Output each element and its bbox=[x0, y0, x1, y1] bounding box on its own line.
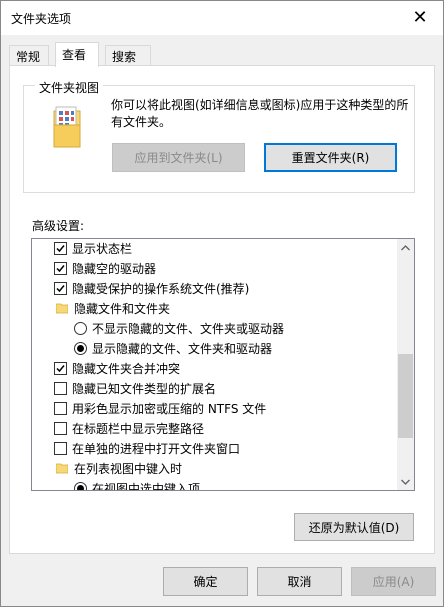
folder-views-description: 你可以将此视图(如详细信息或图标)应用于这种类型的所有文件夹。 bbox=[111, 98, 409, 129]
list-item-separate-process[interactable]: 在单独的进程中打开文件夹窗口 bbox=[32, 438, 398, 458]
checkbox[interactable] bbox=[54, 381, 67, 395]
list-item-show-status-bar[interactable]: 显示状态栏 bbox=[32, 239, 398, 258]
check-icon bbox=[56, 364, 65, 372]
list-item-label: 不显示隐藏的文件、文件夹或驱动器 bbox=[92, 321, 285, 336]
tab-search-label: 搜索 bbox=[112, 50, 137, 64]
list-item-hide-extensions[interactable]: 隐藏已知文件类型的扩展名 bbox=[32, 378, 398, 398]
tab-general-label: 常规 bbox=[16, 50, 41, 64]
radio-button[interactable] bbox=[74, 481, 87, 490]
list-item-select-typed-item[interactable]: 在视图中选中键入项 bbox=[32, 478, 398, 491]
list-item-hidden-files-folder: 隐藏文件和文件夹 bbox=[32, 298, 398, 318]
close-button[interactable]: ✕ bbox=[397, 1, 443, 34]
list-item-label: 隐藏已知文件类型的扩展名 bbox=[72, 381, 217, 396]
list-item-dont-show-hidden[interactable]: 不显示隐藏的文件、文件夹或驱动器 bbox=[32, 318, 398, 338]
tab-view[interactable]: 查看 bbox=[55, 42, 99, 67]
list-item-label: 在单独的进程中打开文件夹窗口 bbox=[72, 441, 241, 456]
tab-view-label: 查看 bbox=[62, 48, 87, 62]
radio-dot-icon bbox=[77, 484, 84, 490]
list-item-label: 隐藏文件夹合并冲突 bbox=[72, 361, 181, 376]
radio-button[interactable] bbox=[74, 321, 87, 335]
checkbox[interactable] bbox=[54, 401, 67, 415]
list-item-hide-protected-os-files[interactable]: 隐藏受保护的操作系统文件(推荐) bbox=[32, 278, 398, 298]
scrollbar-thumb[interactable] bbox=[398, 354, 413, 438]
folder-icon bbox=[56, 303, 68, 314]
checkbox[interactable] bbox=[54, 281, 67, 295]
advanced-settings-list[interactable]: 显示状态栏 隐藏空的驱动器 隐藏受保护的操作系统文件(推荐) 隐藏文件和文件夹 … bbox=[31, 238, 415, 491]
check-icon bbox=[56, 284, 65, 292]
scroll-down-icon[interactable] bbox=[397, 473, 414, 490]
vertical-scrollbar[interactable] bbox=[397, 239, 414, 490]
folder-view-icon bbox=[53, 106, 81, 148]
checkbox[interactable] bbox=[54, 261, 67, 275]
list-item-label: 在视图中选中键入项 bbox=[92, 481, 201, 491]
tab-search[interactable]: 搜索 bbox=[105, 45, 151, 66]
list-item-label: 显示隐藏的文件、文件夹和驱动器 bbox=[92, 341, 273, 356]
ok-button[interactable]: 确定 bbox=[163, 567, 248, 596]
list-item-full-path-title[interactable]: 在标题栏中显示完整路径 bbox=[32, 418, 398, 438]
list-item-label: 隐藏受保护的操作系统文件(推荐) bbox=[72, 281, 250, 296]
check-icon bbox=[56, 244, 65, 252]
list-item-label: 在标题栏中显示完整路径 bbox=[72, 421, 205, 436]
folder-icon bbox=[56, 463, 68, 474]
radio-dot-icon bbox=[77, 344, 84, 352]
tab-general[interactable]: 常规 bbox=[9, 45, 49, 66]
checkbox[interactable] bbox=[54, 421, 67, 435]
list-item-color-ntfs[interactable]: 用彩色显示加密或压缩的 NTFS 文件 bbox=[32, 398, 398, 418]
apply-to-folders-button[interactable]: 应用到文件夹(L) bbox=[112, 143, 245, 172]
close-icon: ✕ bbox=[412, 7, 428, 28]
list-item-label: 在列表视图中键入时 bbox=[74, 461, 183, 476]
checkbox[interactable] bbox=[54, 361, 67, 375]
folder-views-title: 文件夹视图 bbox=[35, 79, 104, 96]
list-item-label: 用彩色显示加密或压缩的 NTFS 文件 bbox=[72, 401, 267, 416]
title-bar: 文件夹选项 ✕ bbox=[1, 1, 443, 35]
list-item-label: 隐藏文件和文件夹 bbox=[74, 301, 171, 316]
window-title: 文件夹选项 bbox=[11, 12, 72, 26]
checkbox[interactable] bbox=[54, 241, 67, 255]
apply-button[interactable]: 应用(A) bbox=[351, 567, 436, 596]
list-item-label: 隐藏空的驱动器 bbox=[72, 261, 157, 276]
list-item-show-hidden[interactable]: 显示隐藏的文件、文件夹和驱动器 bbox=[32, 338, 398, 358]
list-item-typing-in-list-folder: 在列表视图中键入时 bbox=[32, 458, 398, 478]
list-item-label: 显示状态栏 bbox=[72, 241, 133, 256]
folder-options-dialog: 文件夹选项 ✕ 常规 查看 搜索 文件夹视图 你可以将此视图(如详细信息或图标)… bbox=[0, 0, 444, 607]
radio-button[interactable] bbox=[74, 341, 87, 355]
check-icon bbox=[56, 264, 65, 272]
scroll-up-icon[interactable] bbox=[397, 239, 414, 256]
advanced-settings-label: 高级设置: bbox=[32, 219, 85, 233]
list-item-hide-merge-conflicts[interactable]: 隐藏文件夹合并冲突 bbox=[32, 358, 398, 378]
restore-defaults-button[interactable]: 还原为默认值(D) bbox=[294, 513, 414, 541]
list-item-hide-empty-drives[interactable]: 隐藏空的驱动器 bbox=[32, 258, 398, 278]
cancel-button[interactable]: 取消 bbox=[257, 567, 342, 596]
reset-folders-button[interactable]: 重置文件夹(R) bbox=[264, 143, 397, 172]
checkbox[interactable] bbox=[54, 441, 67, 455]
